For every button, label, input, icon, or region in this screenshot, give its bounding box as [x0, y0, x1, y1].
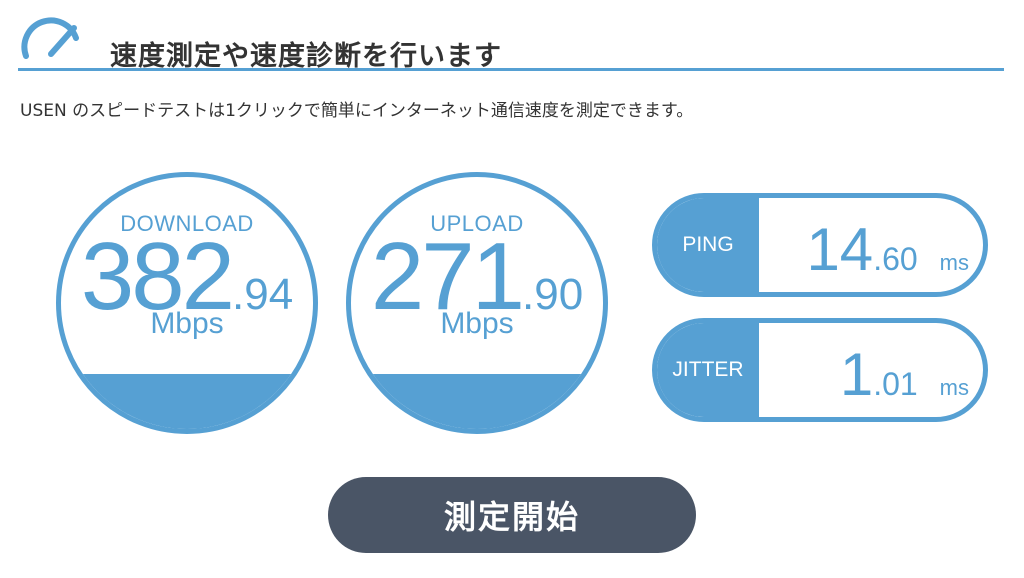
- jitter-unit: ms: [939, 375, 969, 400]
- intro-text: USEN のスピードテストは1クリックで簡単にインターネット通信速度を測定できま…: [20, 101, 694, 121]
- jitter-value-dec: .01: [873, 366, 918, 402]
- jitter-panel: JITTER 1.01 ms: [652, 318, 988, 422]
- ping-panel: PING 14.60 ms: [652, 193, 988, 297]
- speedometer-icon: [21, 17, 79, 59]
- upload-unit: Mbps: [440, 307, 514, 340]
- download-gauge: DOWNLOAD 382.94 Mbps: [56, 172, 318, 434]
- speed-test-page: 速度測定や速度診断を行います USEN のスピードテストは1クリックで簡単にイン…: [0, 0, 1024, 578]
- download-gauge-fill: [61, 373, 313, 429]
- jitter-label: JITTER: [657, 323, 759, 417]
- ping-value: 14.60 ms: [775, 198, 969, 292]
- ping-value-dec: .60: [873, 241, 918, 277]
- ping-value-int: 14: [806, 216, 874, 283]
- header-divider: [18, 68, 1004, 71]
- jitter-value: 1.01 ms: [775, 323, 969, 417]
- ping-label: PING: [657, 198, 759, 292]
- ping-unit: ms: [939, 250, 969, 275]
- upload-gauge: UPLOAD 271.90 Mbps: [346, 172, 608, 434]
- download-unit: Mbps: [150, 307, 224, 340]
- start-measurement-button[interactable]: 測定開始: [328, 477, 696, 553]
- jitter-value-int: 1: [839, 341, 874, 408]
- upload-gauge-fill: [351, 373, 603, 429]
- header: 速度測定や速度診断を行います: [18, 12, 1004, 72]
